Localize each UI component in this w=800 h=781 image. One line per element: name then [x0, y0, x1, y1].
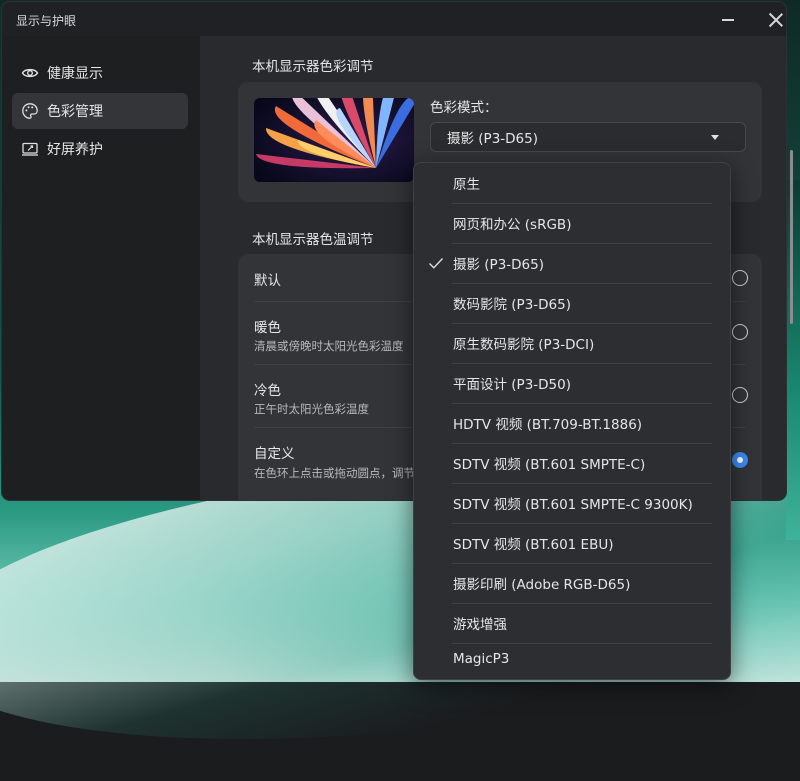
menu-item[interactable]: 原生	[414, 163, 730, 203]
color-mode-label: 色彩模式：	[430, 100, 498, 116]
sidebar-item-screen-care[interactable]: 好屏养护	[12, 131, 188, 167]
menu-item[interactable]: 数码影院 (P3-D65)	[414, 283, 730, 323]
menu-item-label: 网页和办公 (sRGB)	[453, 217, 572, 233]
sidebar-item-label: 好屏养护	[47, 142, 103, 158]
menu-item-label: 游戏增强	[453, 617, 507, 633]
sidebar-item-health-display[interactable]: 健康显示	[12, 55, 188, 91]
menu-item[interactable]: 网页和办公 (sRGB)	[414, 203, 730, 243]
sidebar-item-color-management[interactable]: 色彩管理	[12, 93, 188, 129]
menu-item-label: SDTV 视频 (BT.601 EBU)	[453, 537, 614, 553]
temp-warm-radio[interactable]	[732, 324, 748, 340]
menu-item-label: 摄影印刷 (Adobe RGB-D65)	[453, 577, 631, 593]
menu-item[interactable]: MagicP3	[414, 639, 730, 679]
wallpaper-edge	[786, 180, 800, 540]
menu-item-label: 原生数码影院 (P3-DCI)	[453, 337, 595, 353]
temp-option-desc: 清晨或傍晚时太阳光色彩温度	[254, 339, 404, 353]
menu-item-label: 数码影院 (P3-D65)	[453, 297, 571, 313]
scrollbar[interactable]	[790, 150, 793, 324]
menu-item-label: 原生	[453, 177, 480, 193]
sidebar-item-label: 健康显示	[47, 66, 103, 82]
palette-icon	[21, 102, 39, 120]
close-icon	[769, 13, 783, 27]
close-button[interactable]	[758, 6, 786, 34]
menu-item[interactable]: 游戏增强	[414, 603, 730, 643]
menu-item[interactable]: 摄影印刷 (Adobe RGB-D65)	[414, 563, 730, 603]
temp-option-title: 默认	[254, 273, 281, 289]
color-preview-image	[254, 98, 414, 182]
eye-icon	[21, 64, 39, 82]
color-mode-dropdown-menu: 原生 网页和办公 (sRGB) 摄影 (P3-D65) 数码影院 (P3-D65…	[413, 162, 731, 680]
menu-item[interactable]: SDTV 视频 (BT.601 SMPTE-C 9300K)	[414, 483, 730, 523]
screen-care-icon	[21, 140, 39, 158]
temp-option-title: 自定义	[254, 446, 295, 462]
temp-custom-radio[interactable]	[732, 452, 748, 468]
color-section-title: 本机显示器色彩调节	[252, 59, 374, 75]
temp-default-radio[interactable]	[732, 270, 748, 286]
dropdown-arrow-icon	[711, 135, 719, 140]
minimize-button[interactable]	[710, 6, 746, 34]
menu-item[interactable]: 原生数码影院 (P3-DCI)	[414, 323, 730, 363]
temp-option-desc: 正午时太阳光色彩温度	[254, 402, 369, 416]
menu-item-label: HDTV 视频 (BT.709-BT.1886)	[453, 417, 643, 433]
menu-item-label: 平面设计 (P3-D50)	[453, 377, 571, 393]
temp-option-title: 冷色	[254, 383, 281, 399]
menu-item-label: SDTV 视频 (BT.601 SMPTE-C 9300K)	[453, 497, 693, 513]
menu-item[interactable]: HDTV 视频 (BT.709-BT.1886)	[414, 403, 730, 443]
menu-item-label: MagicP3	[453, 651, 510, 667]
temp-cool-radio[interactable]	[732, 387, 748, 403]
menu-item-label: 摄影 (P3-D65)	[453, 257, 544, 273]
temp-section-title: 本机显示器色温调节	[252, 232, 374, 248]
sidebar: 健康显示 色彩管理 好屏养护	[2, 36, 200, 500]
menu-item[interactable]: SDTV 视频 (BT.601 SMPTE-C)	[414, 443, 730, 483]
color-mode-selected-value: 摄影 (P3-D65)	[447, 131, 538, 147]
temp-option-title: 暖色	[254, 320, 281, 336]
menu-item-selected[interactable]: 摄影 (P3-D65)	[414, 243, 730, 283]
temp-option-desc: 在色环上点击或拖动圆点，调节	[254, 466, 415, 480]
minimize-icon	[722, 19, 734, 21]
menu-item[interactable]: SDTV 视频 (BT.601 EBU)	[414, 523, 730, 563]
title-bar: 显示与护眼	[2, 2, 786, 36]
color-mode-select[interactable]: 摄影 (P3-D65)	[430, 122, 746, 152]
sidebar-item-label: 色彩管理	[47, 104, 103, 120]
menu-item-label: SDTV 视频 (BT.601 SMPTE-C)	[453, 457, 646, 473]
menu-item[interactable]: 平面设计 (P3-D50)	[414, 363, 730, 403]
window-title: 显示与护眼	[16, 14, 77, 28]
check-icon	[429, 258, 444, 269]
